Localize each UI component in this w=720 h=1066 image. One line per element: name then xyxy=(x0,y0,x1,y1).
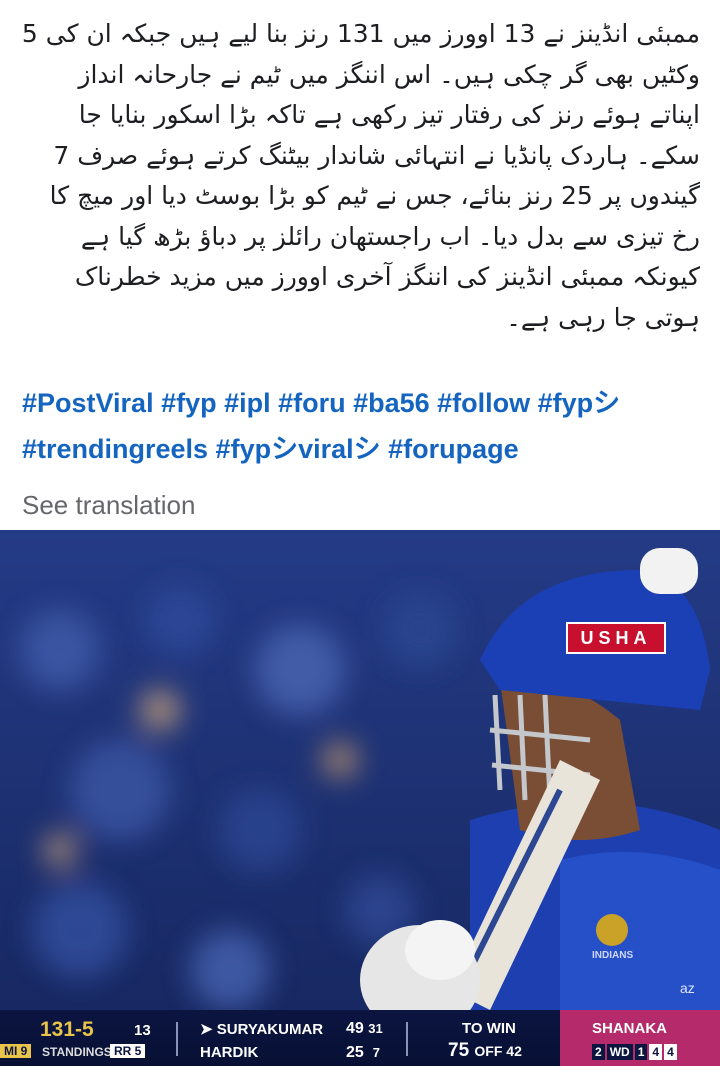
divider xyxy=(406,1022,408,1056)
ball-3: 1 xyxy=(634,1044,648,1060)
batter-1-balls: 31 xyxy=(368,1021,383,1036)
to-win-target: 75 OFF 42 xyxy=(448,1040,522,1062)
batter-1-score: 49 31 xyxy=(346,1020,383,1038)
divider xyxy=(176,1022,178,1056)
cricket-player-illustration xyxy=(0,530,720,1066)
mi-standing-badge: MI 9 xyxy=(0,1044,32,1058)
hashtags-line-1[interactable]: #PostViral #fyp #ipl #foru #ba56 #follow… xyxy=(22,380,712,426)
post-caption: ممبئی انڈینز نے 13 اوورز میں 131 رنز بنا… xyxy=(21,19,700,332)
post-image[interactable]: USHA INDIANS az 131-5 13 MI 9 STANDINGS … xyxy=(0,530,720,1066)
batter-1-runs: 49 xyxy=(346,1020,364,1037)
batter-1-name: ➤ SURYAKUMAR xyxy=(200,1021,324,1038)
overs: 13 xyxy=(134,1022,151,1039)
hashtags-line-2[interactable]: #trendingreels #fypシviralシ #forupage xyxy=(22,426,712,472)
batter-2-name: HARDIK xyxy=(200,1044,259,1061)
score-bar: 131-5 13 MI 9 STANDINGS RR 5 ➤ SURYAKUMA… xyxy=(0,1010,720,1066)
ball-5: 4 xyxy=(664,1044,677,1060)
batter-2-balls: 7 xyxy=(372,1045,380,1060)
jersey-text: az xyxy=(680,980,695,996)
see-translation-link[interactable]: See translation xyxy=(22,490,195,521)
jersey-team-logo: INDIANS xyxy=(592,950,634,961)
batter-2-score: 25 7 xyxy=(346,1044,380,1062)
to-win-label: TO WIN xyxy=(462,1020,516,1037)
to-win-off: OFF 42 xyxy=(474,1043,522,1059)
ball-1: 2 xyxy=(592,1044,605,1060)
bowler-figures: 2 WD 1 4 4 xyxy=(592,1044,679,1060)
ball-4: 4 xyxy=(649,1044,663,1060)
standings-label: STANDINGS xyxy=(42,1045,112,1059)
helmet-sponsor-logo: USHA xyxy=(566,622,666,654)
ball-2: WD xyxy=(606,1044,633,1060)
bowler-name: SHANAKA xyxy=(592,1020,667,1037)
hashtags: #PostViral #fyp #ipl #foru #ba56 #follow… xyxy=(22,380,712,472)
rr-standing-badge: RR 5 xyxy=(110,1044,146,1058)
team-score: 131-5 xyxy=(40,1018,94,1041)
batter-2-runs: 25 xyxy=(346,1044,364,1061)
to-win-runs: 75 xyxy=(448,1040,470,1061)
